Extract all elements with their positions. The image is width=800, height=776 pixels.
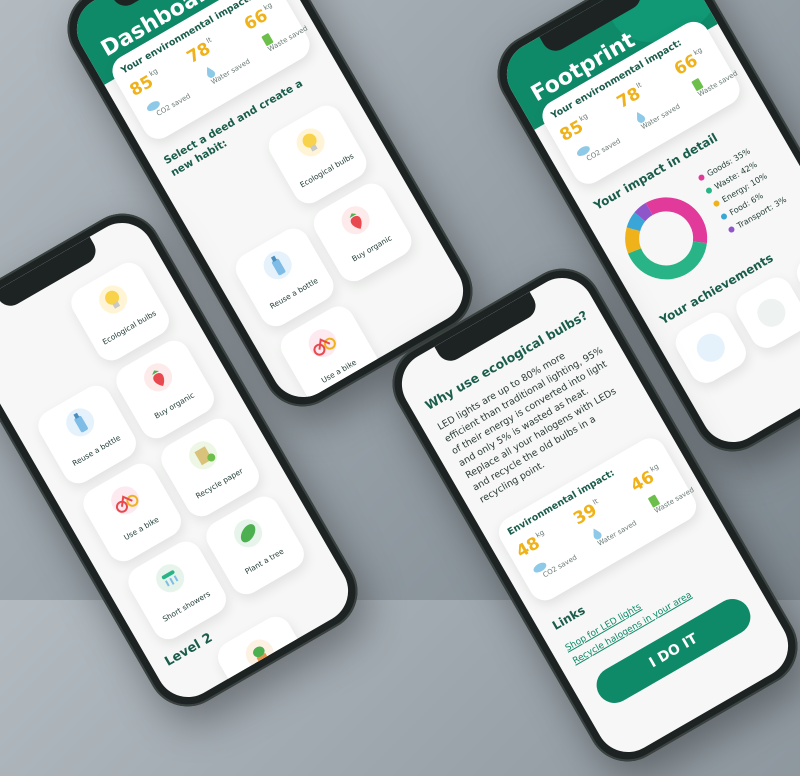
leaf-icon xyxy=(228,514,268,553)
bottle-icon xyxy=(61,403,100,442)
plant-icon xyxy=(240,634,279,673)
bulb-icon xyxy=(291,123,330,162)
bottle-icon xyxy=(258,246,297,285)
tile-purify-air[interactable]: ify the air xyxy=(212,611,322,709)
paper-icon xyxy=(183,436,223,475)
bike-icon xyxy=(106,481,145,520)
bulb-icon xyxy=(93,280,133,319)
bottle-icon xyxy=(691,328,730,367)
bike-icon xyxy=(303,324,342,363)
strawberry-icon xyxy=(138,358,178,397)
strawberry-icon xyxy=(336,201,375,240)
location-pin-icon xyxy=(752,293,791,332)
shower-icon xyxy=(151,559,190,598)
